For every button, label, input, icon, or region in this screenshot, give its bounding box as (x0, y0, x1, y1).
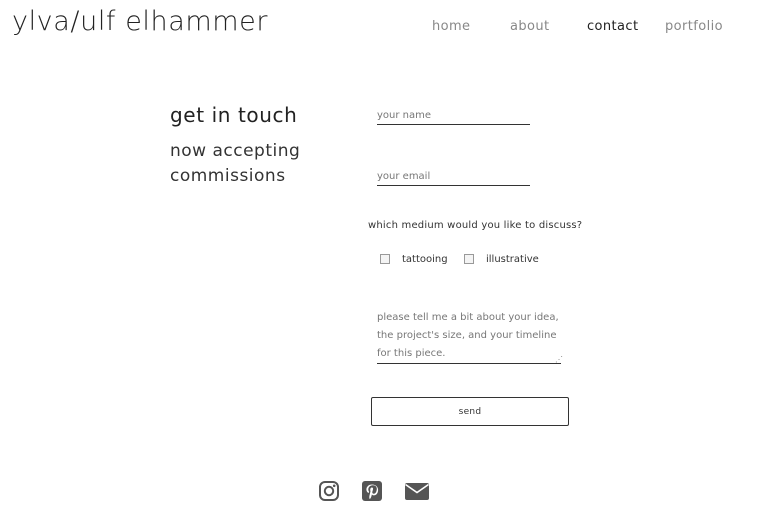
nav-contact-link[interactable]: contact (587, 19, 638, 34)
name-field[interactable] (377, 106, 530, 125)
illustrative-label[interactable]: illustrative (486, 254, 539, 265)
tattooing-label[interactable]: tattooing (402, 254, 448, 265)
email-icon[interactable] (404, 480, 430, 502)
send-button[interactable]: send (371, 397, 569, 426)
email-field[interactable] (377, 167, 530, 186)
nav-home-link[interactable]: home (432, 19, 470, 34)
page-heading: get in touch (170, 103, 298, 127)
nav-portfolio-link[interactable]: portfolio (665, 19, 723, 34)
illustrative-checkbox[interactable] (464, 254, 474, 264)
message-textarea[interactable] (377, 309, 561, 364)
commission-status-text: now accepting commissions (170, 141, 301, 186)
main-nav: home about contact portfolio (0, 19, 757, 39)
medium-question-label: which medium would you like to discuss? (368, 220, 583, 231)
pinterest-icon[interactable] (361, 480, 383, 502)
nav-about-link[interactable]: about (510, 19, 550, 34)
tattooing-checkbox[interactable] (380, 254, 390, 264)
resize-handle-icon[interactable]: ⋰ (555, 356, 563, 364)
instagram-icon[interactable] (318, 480, 340, 502)
